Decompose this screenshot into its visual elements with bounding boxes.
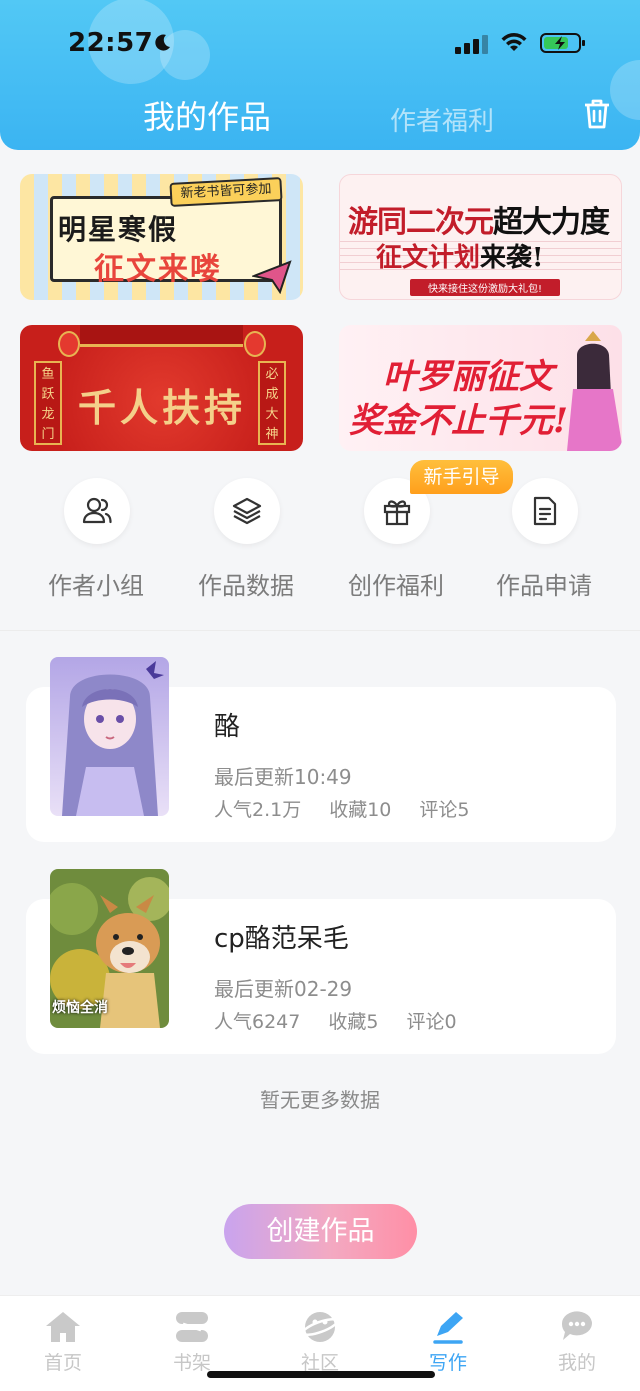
menu-creation-welfare[interactable]: 创作福利 xyxy=(336,478,456,608)
menu-works-application[interactable]: 作品申请 xyxy=(484,478,604,608)
layers-icon xyxy=(232,497,262,525)
nav-label: 我的 xyxy=(557,1352,596,1374)
banner-title-line2: 征文来喽 xyxy=(94,252,222,287)
work-favorites: 收藏5 xyxy=(328,1011,379,1033)
beginner-guide-badge[interactable]: 新手引导 xyxy=(410,460,513,494)
wifi-icon xyxy=(501,33,527,51)
menu-label: 作品申请 xyxy=(496,572,592,600)
menu-author-group[interactable]: 作者小组 xyxy=(36,478,156,608)
banner-anime-contest[interactable]: 游同二次元超大力度 征文计划来袭! 快来接住这份激励大礼包! xyxy=(339,174,622,300)
nav-item-profile[interactable]: 我的 xyxy=(532,1310,622,1375)
work-cover-image[interactable] xyxy=(50,657,169,816)
home-indicator xyxy=(207,1371,435,1378)
banner-title-part: 游同二次元 xyxy=(348,205,494,240)
section-divider xyxy=(0,630,640,631)
banner-side-right: 必成大神 xyxy=(258,361,286,445)
create-work-button[interactable]: 创建作品 xyxy=(224,1204,417,1259)
trash-icon[interactable] xyxy=(583,98,611,130)
work-stats: 人气2.1万 收藏10 评论5 xyxy=(214,795,498,822)
profile-chat-icon xyxy=(561,1311,592,1340)
banner-star-winter-contest[interactable]: 新老书皆可参加 明星寒假 征文来喽 xyxy=(20,174,303,300)
banner-title-line1: 叶罗丽征文 xyxy=(383,357,553,397)
menu-label: 作者小组 xyxy=(48,572,144,600)
community-icon xyxy=(301,1312,339,1342)
battery-charging-icon xyxy=(540,33,585,53)
banner-subtitle: 快来接住这份激励大礼包! xyxy=(410,279,560,296)
banner-title: 千人扶持 xyxy=(78,385,247,430)
work-last-updated: 最后更新10:49 xyxy=(214,765,352,789)
home-icon xyxy=(46,1312,80,1342)
banner-title-part: 征文计划 xyxy=(376,243,481,273)
no-more-data-text: 暂无更多数据 xyxy=(260,1088,380,1112)
nav-item-community[interactable]: 社区 xyxy=(275,1310,365,1375)
banner-thousand-support[interactable]: 鱼跃龙门 必成大神 千人扶持 xyxy=(20,325,303,451)
document-icon xyxy=(533,496,557,526)
menu-label: 创作福利 xyxy=(348,572,444,600)
lantern-icon xyxy=(58,331,80,357)
menu-works-data[interactable]: 作品数据 xyxy=(186,478,306,608)
menu-label: 作品数据 xyxy=(198,572,294,600)
banner-title-line1: 明星寒假 xyxy=(58,213,179,246)
character-illustration xyxy=(567,331,622,451)
work-popularity: 人气2.1万 xyxy=(214,799,302,821)
cover-caption: 烦恼全消 xyxy=(52,1000,108,1016)
decor-bubble xyxy=(610,60,640,120)
gift-icon xyxy=(383,500,411,526)
menu-icon-circle xyxy=(512,478,578,544)
nav-item-write[interactable]: 写作 xyxy=(403,1310,493,1375)
nav-item-home[interactable]: 首页 xyxy=(18,1310,108,1375)
pen-icon xyxy=(433,1312,463,1344)
banner-drape xyxy=(80,325,243,347)
work-stats: 人气6247 收藏5 评论0 xyxy=(214,1007,485,1034)
banner-title-part: 来袭! xyxy=(480,243,544,273)
banner-title-line2: 奖金不止千元! xyxy=(349,401,568,441)
work-cover-image[interactable]: 烦恼全消 xyxy=(50,869,169,1028)
cover-illustration-girl xyxy=(50,657,169,816)
cellular-signal-icon xyxy=(455,35,488,54)
lantern-icon xyxy=(244,331,266,357)
work-popularity: 人气6247 xyxy=(214,1011,301,1033)
work-last-updated: 最后更新02-29 xyxy=(214,977,353,1001)
banner-title-line1: 游同二次元超大力度 xyxy=(348,197,610,241)
banner-yeloli-contest[interactable]: 叶罗丽征文 奖金不止千元! xyxy=(339,325,622,451)
status-time: 22:57 xyxy=(68,28,154,58)
banner-title-line2: 征文计划来袭! xyxy=(376,237,543,274)
banner-side-left: 鱼跃龙门 xyxy=(34,361,62,445)
tab-author-welfare[interactable]: 作者福利 xyxy=(390,101,494,138)
work-comments: 评论5 xyxy=(419,799,470,821)
work-title[interactable]: cp酪范呆毛 xyxy=(214,918,349,955)
tab-my-works[interactable]: 我的作品 xyxy=(143,92,271,138)
banner-title-part: 超大力度 xyxy=(493,205,610,240)
menu-icon-circle xyxy=(64,478,130,544)
work-favorites: 收藏10 xyxy=(329,799,392,821)
menu-icon-circle xyxy=(214,478,280,544)
moon-icon xyxy=(155,34,170,51)
work-title[interactable]: 酪 xyxy=(214,706,240,743)
work-comments: 评论0 xyxy=(406,1011,457,1033)
users-icon xyxy=(82,497,112,524)
header: 22:57 我的作品 作者福利 xyxy=(0,0,640,150)
nav-label: 首页 xyxy=(43,1352,82,1374)
paper-plane-icon xyxy=(252,260,292,294)
bookshelf-icon xyxy=(176,1312,208,1342)
nav-item-bookshelf[interactable]: 书架 xyxy=(147,1310,237,1375)
